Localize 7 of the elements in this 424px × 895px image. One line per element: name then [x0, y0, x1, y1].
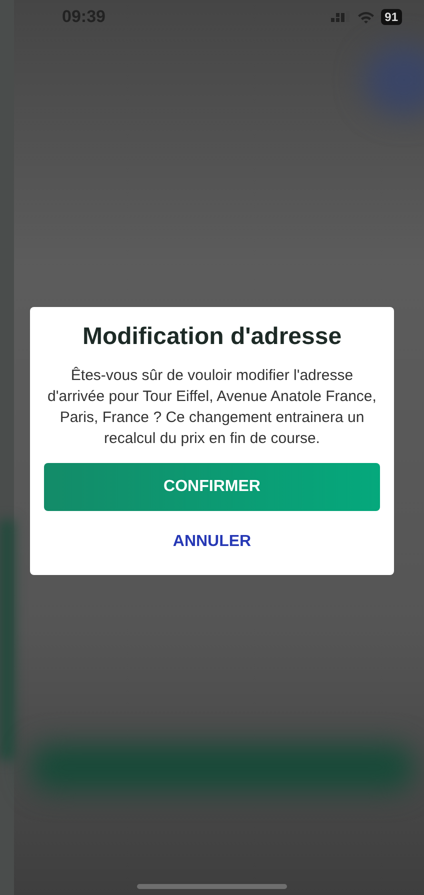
cancel-button[interactable]: ANNULER [164, 529, 260, 555]
confirm-button[interactable]: CONFIRMER [44, 463, 380, 511]
battery-level: 91 [380, 9, 402, 25]
dialog-message: Êtes-vous sûr de vouloir modifier l'adresse d'arrivée pour Tour Eiffel, Avenue Anatole France, Paris, France ? Ce changement entrainera un recalcul du prix en fin de course. [46, 366, 378, 449]
dialog-title: Modification d'adresse [82, 323, 342, 351]
home-indicator[interactable] [137, 884, 287, 889]
wifi-icon [356, 10, 375, 24]
